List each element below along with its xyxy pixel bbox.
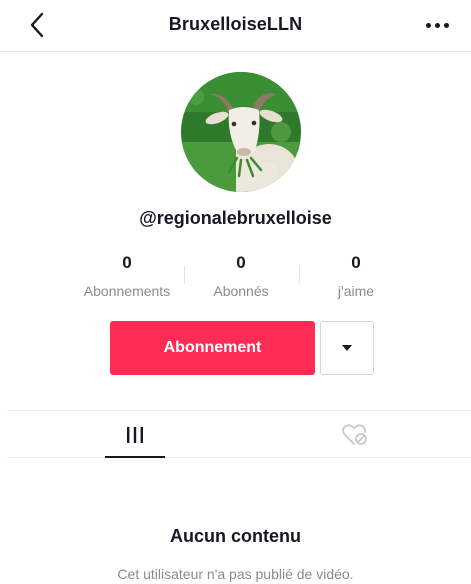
stat-label: j'aime [337, 283, 375, 299]
page-title: BruxelloiseLLN [168, 14, 303, 34]
profile-stats: 0 Abonnements 0 Abonnés 0 j'aime [0, 252, 471, 302]
profile-tabs [7, 410, 471, 458]
avatar[interactable] [181, 72, 301, 192]
stat-label: Abonnements [83, 283, 171, 299]
goat-avatar-image [181, 72, 301, 192]
profile-handle: @regionalebruxelloise [139, 208, 332, 228]
suggestions-dropdown-button[interactable] [320, 321, 374, 375]
stat-value: 0 [122, 253, 132, 272]
more-horizontal-icon [443, 22, 449, 28]
more-options-button[interactable] [421, 14, 453, 36]
follow-button[interactable]: Abonnement [110, 321, 315, 375]
tab-liked[interactable] [325, 411, 385, 458]
caret-down-icon [342, 345, 352, 351]
top-navigation-bar: BruxelloiseLLN [0, 0, 471, 52]
stat-followers[interactable]: 0 Abonnés [181, 252, 301, 299]
stat-label: Abonnés [213, 283, 269, 299]
stat-divider [184, 266, 185, 284]
stat-likes[interactable]: 0 j'aime [296, 252, 416, 299]
tab-videos[interactable] [105, 411, 165, 458]
stat-value: 0 [236, 253, 246, 272]
more-horizontal-icon [425, 22, 431, 28]
stat-following[interactable]: 0 Abonnements [67, 252, 187, 299]
empty-state-description: Cet utilisateur n'a pas publié de vidéo. [117, 566, 354, 582]
active-tab-indicator [105, 456, 165, 458]
videos-grid-icon [127, 426, 143, 443]
more-horizontal-icon [434, 22, 440, 28]
stat-value: 0 [351, 253, 361, 272]
liked-hidden-icon [342, 423, 367, 445]
stat-divider [299, 266, 300, 284]
empty-state-title: Aucun contenu [170, 526, 301, 546]
